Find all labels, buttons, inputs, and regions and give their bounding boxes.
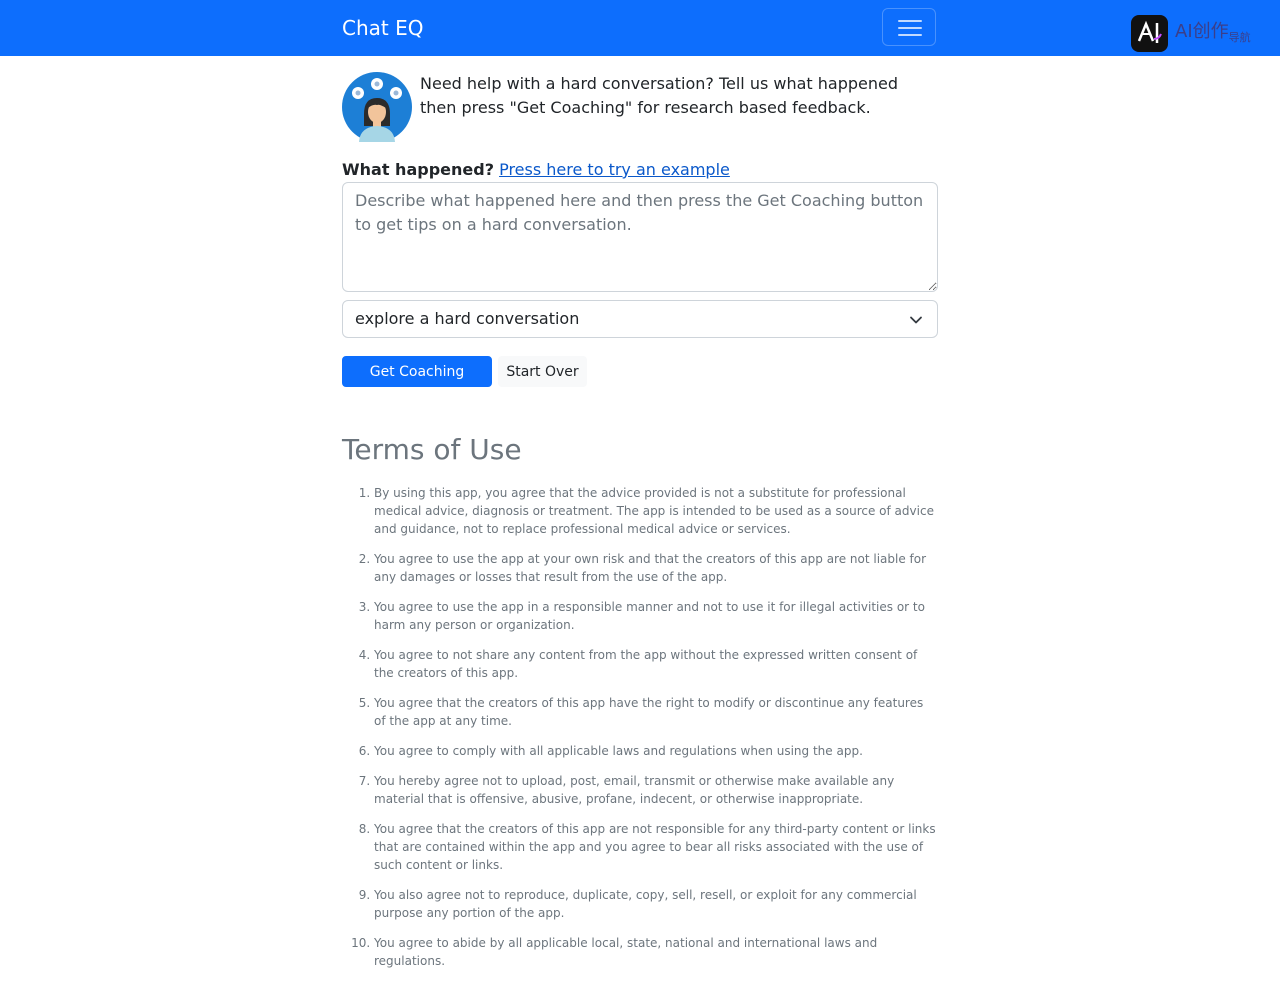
- terms-item: By using this app, you agree that the ad…: [374, 484, 938, 538]
- ai-logo-watermark[interactable]: AI创作导航: [1131, 15, 1261, 53]
- story-label: What happened?: [342, 160, 494, 179]
- top-navbar: Chat EQ: [0, 0, 1280, 56]
- terms-item: You also agree not to reproduce, duplica…: [374, 886, 938, 922]
- mode-select-value: explore a hard conversation: [355, 309, 580, 328]
- terms-item: You agree to comply with all applicable …: [374, 742, 938, 760]
- start-over-button[interactable]: Start Over: [498, 356, 587, 387]
- terms-item: You agree that the creators of this app …: [374, 694, 938, 730]
- hamburger-icon-bar: [898, 20, 922, 22]
- get-coaching-button[interactable]: Get Coaching: [342, 356, 492, 387]
- brand-link[interactable]: Chat EQ: [342, 15, 423, 41]
- terms-item: You agree to use the app in a responsibl…: [374, 598, 938, 634]
- terms-item: You agree to not share any content from …: [374, 646, 938, 682]
- coach-avatar-icon: [342, 72, 412, 142]
- terms-item: You agree that the creators of this app …: [374, 820, 938, 874]
- logo-subtext: 导航: [1228, 31, 1251, 44]
- terms-item: You hereby agree not to upload, post, em…: [374, 772, 938, 808]
- terms-item: You agree to abide by all applicable loc…: [374, 934, 938, 970]
- logo-text: AI创作: [1175, 21, 1229, 42]
- mode-select[interactable]: explore a hard conversation: [342, 300, 938, 338]
- menu-toggle-button[interactable]: [882, 8, 936, 46]
- try-example-link[interactable]: Press here to try an example: [499, 160, 730, 179]
- hamburger-icon-bar: [898, 27, 922, 29]
- terms-item: You agree to use the app at your own ris…: [374, 550, 938, 586]
- intro-text: Need help with a hard conversation? Tell…: [420, 74, 899, 117]
- chevron-down-icon: [910, 316, 922, 324]
- story-textarea[interactable]: [342, 182, 938, 292]
- terms-title: Terms of Use: [342, 433, 522, 466]
- hamburger-icon-bar: [898, 34, 922, 36]
- terms-list: By using this app, you agree that the ad…: [342, 484, 938, 982]
- logo-icon: [1131, 15, 1168, 52]
